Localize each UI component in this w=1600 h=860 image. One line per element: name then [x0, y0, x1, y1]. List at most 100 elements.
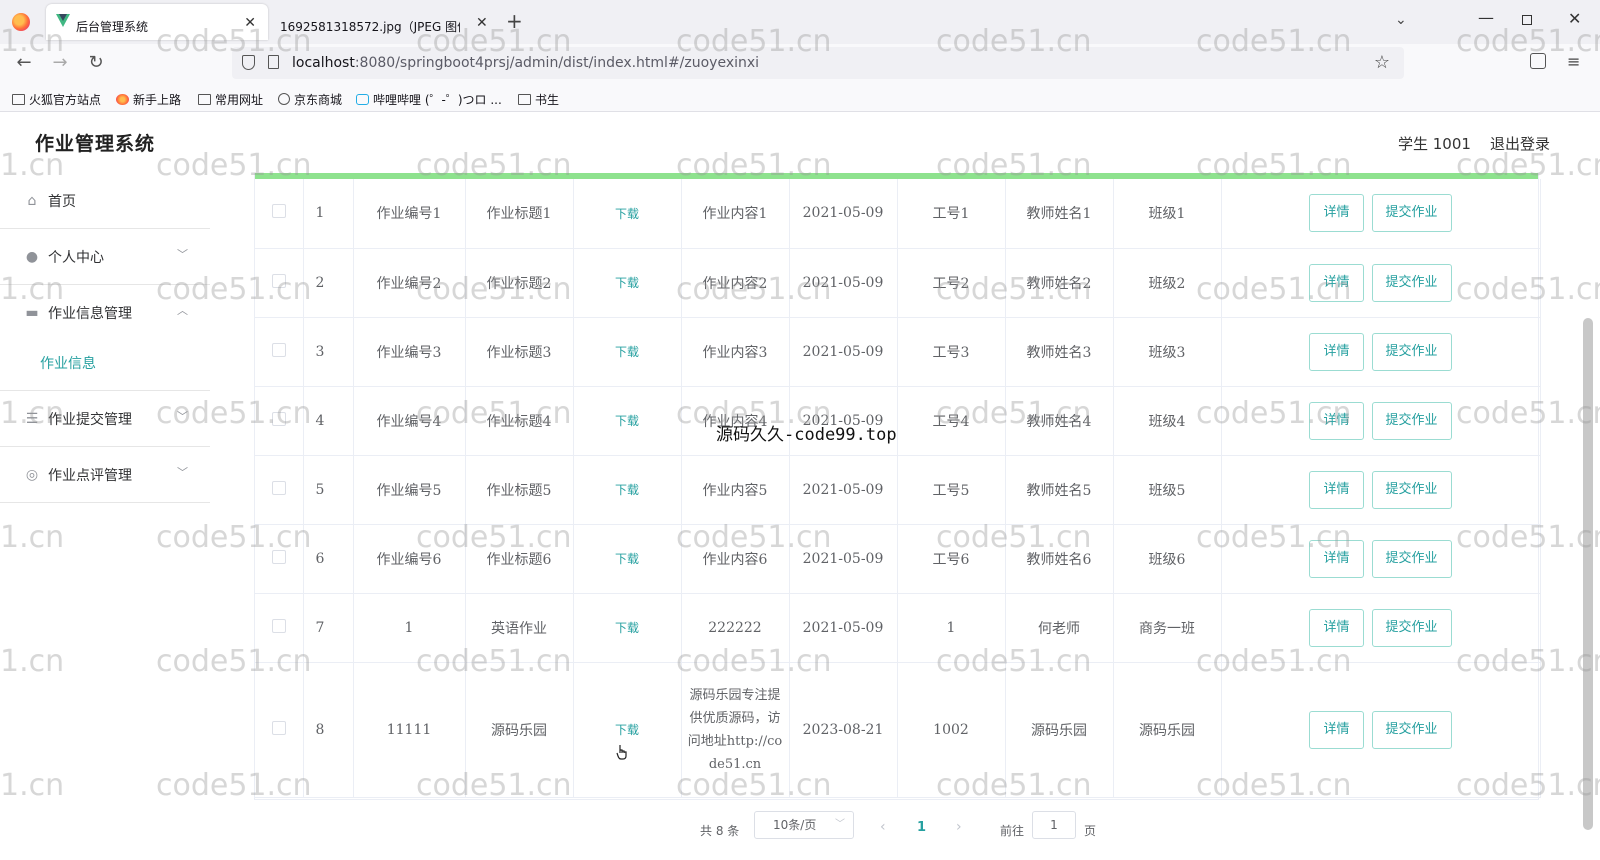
close-tab-icon[interactable]: ✕ — [476, 15, 488, 31]
download-link[interactable]: 下载 — [615, 414, 639, 428]
cell-homework-content: 222222 — [708, 619, 762, 636]
reload-icon[interactable]: ↻ — [84, 52, 108, 73]
download-link[interactable]: 下载 — [615, 552, 639, 566]
row-checkbox[interactable] — [271, 342, 286, 357]
sidebar-item-personal[interactable]: ● 个人中心 ﹀ — [0, 229, 210, 285]
detail-button[interactable]: 详情 — [1309, 710, 1364, 749]
tracking-shield-icon[interactable] — [242, 55, 255, 70]
row-index: 4 — [315, 412, 325, 429]
cell-homework-title: 作业标题2 — [486, 275, 552, 292]
cell-homework-content: 作业内容1 — [702, 206, 768, 223]
vue-logo-icon — [56, 14, 70, 27]
submit-homework-button[interactable]: 提交作业 — [1371, 539, 1452, 578]
address-bar[interactable]: localhost:8080/springboot4prsj/admin/dis… — [232, 47, 1404, 79]
submit-homework-button[interactable]: 提交作业 — [1371, 710, 1452, 749]
sidebar-item-label: 首页 — [48, 194, 76, 210]
sidebar-item-home[interactable]: ⌂ 首页 — [0, 173, 210, 229]
detail-button[interactable]: 详情 — [1309, 470, 1364, 509]
download-link[interactable]: 下载 — [615, 723, 639, 737]
table-row: 5 作业编号5 作业标题5 下载 作业内容5 2021-05-09 工号5 教师姓名5 班级5 详… — [255, 455, 1541, 525]
bookmark-star-icon[interactable]: ☆ — [1374, 52, 1390, 73]
sidebar-item-homework-mgmt[interactable]: ▬ 作业信息管理 ︿ — [0, 285, 210, 341]
submit-homework-button[interactable]: 提交作业 — [1371, 194, 1452, 233]
maximize-icon[interactable] — [1522, 15, 1532, 25]
download-link[interactable]: 下载 — [615, 621, 639, 635]
bookmark-item[interactable]: 火狐官方站点 — [12, 91, 101, 108]
bookmark-item[interactable]: 常用网址 — [198, 91, 263, 108]
detail-button[interactable]: 详情 — [1309, 608, 1364, 647]
next-page-icon[interactable]: › — [956, 819, 962, 835]
forward-arrow-icon[interactable]: → — [48, 52, 72, 73]
extensions-icon[interactable] — [1530, 53, 1546, 69]
download-link[interactable]: 下载 — [615, 207, 639, 221]
url-text[interactable]: localhost:8080/springboot4prsj/admin/dis… — [292, 55, 759, 71]
detail-button[interactable]: 详情 — [1309, 401, 1364, 440]
sidebar-subitem-homework-info[interactable]: 作业信息 — [0, 341, 210, 391]
cell-teacher-name: 教师姓名2 — [1026, 275, 1092, 292]
app-title: 作业管理系统 — [35, 133, 156, 155]
row-checkbox[interactable] — [271, 480, 286, 495]
minimize-icon[interactable]: — — [1478, 8, 1494, 27]
cell-teacher-name: 教师姓名5 — [1026, 482, 1092, 499]
cell-homework-content: 作业内容6 — [702, 551, 768, 568]
list-icon: ☰ — [25, 411, 39, 427]
bookmark-item[interactable]: 书生 — [518, 91, 559, 108]
row-checkbox[interactable] — [271, 618, 286, 633]
firefox-icon — [116, 94, 129, 105]
new-tab-icon[interactable]: + — [506, 9, 523, 33]
download-link[interactable]: 下载 — [615, 345, 639, 359]
content-panel: 1 作业编号1 作业标题1 下载 作业内容1 2021-05-09 工号1 教师姓名1 班级1 详… — [234, 173, 1562, 860]
row-checkbox[interactable] — [271, 273, 286, 288]
submit-homework-button[interactable]: 提交作业 — [1371, 470, 1452, 509]
cell-job-number: 工号1 — [932, 206, 970, 223]
hamburger-menu-icon[interactable]: ≡ — [1567, 52, 1580, 71]
submit-homework-button[interactable]: 提交作业 — [1371, 401, 1452, 440]
page-number-current[interactable]: 1 — [917, 820, 926, 835]
tab-image[interactable]: 1692581318572.jpg（JPEG 图像, ✕ — [276, 4, 498, 40]
row-checkbox[interactable] — [271, 411, 286, 426]
chevron-down-icon: ﹀ — [835, 819, 845, 830]
globe-icon — [278, 93, 290, 105]
cell-publish-date: 2021-05-09 — [802, 619, 884, 636]
bookmark-item[interactable]: 新手上路 — [116, 91, 181, 108]
detail-button[interactable]: 详情 — [1309, 539, 1364, 578]
detail-button[interactable]: 详情 — [1309, 332, 1364, 371]
download-link[interactable]: 下载 — [615, 276, 639, 290]
bookmark-item[interactable]: 哔哩哔哩 (゜-゜)つロ ... — [356, 91, 502, 108]
logout-link[interactable]: 退出登录 — [1490, 133, 1550, 154]
row-checkbox[interactable] — [271, 720, 286, 735]
cell-homework-no: 作业编号6 — [376, 551, 442, 568]
cell-job-number: 工号2 — [932, 275, 970, 292]
cell-homework-content: 源码乐园专注提供优质源码，访问地址http://code51.cn — [687, 687, 783, 772]
tab-admin[interactable]: 后台管理系统 ✕ — [46, 4, 268, 40]
cell-homework-content: 作业内容5 — [702, 482, 768, 499]
close-tab-icon[interactable]: ✕ — [244, 15, 256, 31]
cell-homework-title: 作业标题1 — [486, 206, 552, 223]
download-link[interactable]: 下载 — [615, 483, 639, 497]
bookmark-item[interactable]: 京东商城 — [278, 91, 342, 108]
cell-homework-title: 作业标题5 — [486, 482, 552, 499]
submit-homework-button[interactable]: 提交作业 — [1371, 608, 1452, 647]
page-size-select[interactable]: 10条/页 ﹀ — [754, 811, 854, 839]
sidebar-item-review-mgmt[interactable]: ◎ 作业点评管理 ﹀ — [0, 447, 210, 503]
goto-page-input[interactable]: 1 — [1032, 811, 1076, 839]
submit-homework-button[interactable]: 提交作业 — [1371, 263, 1452, 302]
tab-list-chevron-icon[interactable]: ⌄ — [1395, 12, 1407, 28]
page-scrollbar[interactable] — [1583, 318, 1593, 830]
prev-page-icon[interactable]: ‹ — [880, 819, 886, 835]
row-checkbox[interactable] — [271, 549, 286, 564]
cell-homework-content: 作业内容2 — [702, 275, 768, 292]
page-info-icon[interactable] — [268, 55, 279, 69]
detail-button[interactable]: 详情 — [1309, 194, 1364, 233]
detail-button[interactable]: 详情 — [1309, 263, 1364, 302]
sidebar-item-submit-mgmt[interactable]: ☰ 作业提交管理 ﹀ — [0, 391, 210, 447]
table-row: 7 1 英语作业 下载 222222 2021-05-09 1 何老师 商务一班 详情 提交作业 — [255, 593, 1541, 663]
app-header: 作业管理系统 学生 1001 退出登录 — [0, 113, 1600, 173]
cell-teacher-name: 教师姓名3 — [1026, 344, 1092, 361]
back-arrow-icon[interactable]: ← — [12, 52, 36, 73]
sidebar-item-label: 个人中心 — [48, 250, 104, 266]
submit-homework-button[interactable]: 提交作业 — [1371, 332, 1452, 371]
window-close-icon[interactable]: ✕ — [1568, 9, 1581, 28]
cell-job-number: 工号5 — [932, 482, 970, 499]
row-checkbox[interactable] — [271, 204, 286, 219]
